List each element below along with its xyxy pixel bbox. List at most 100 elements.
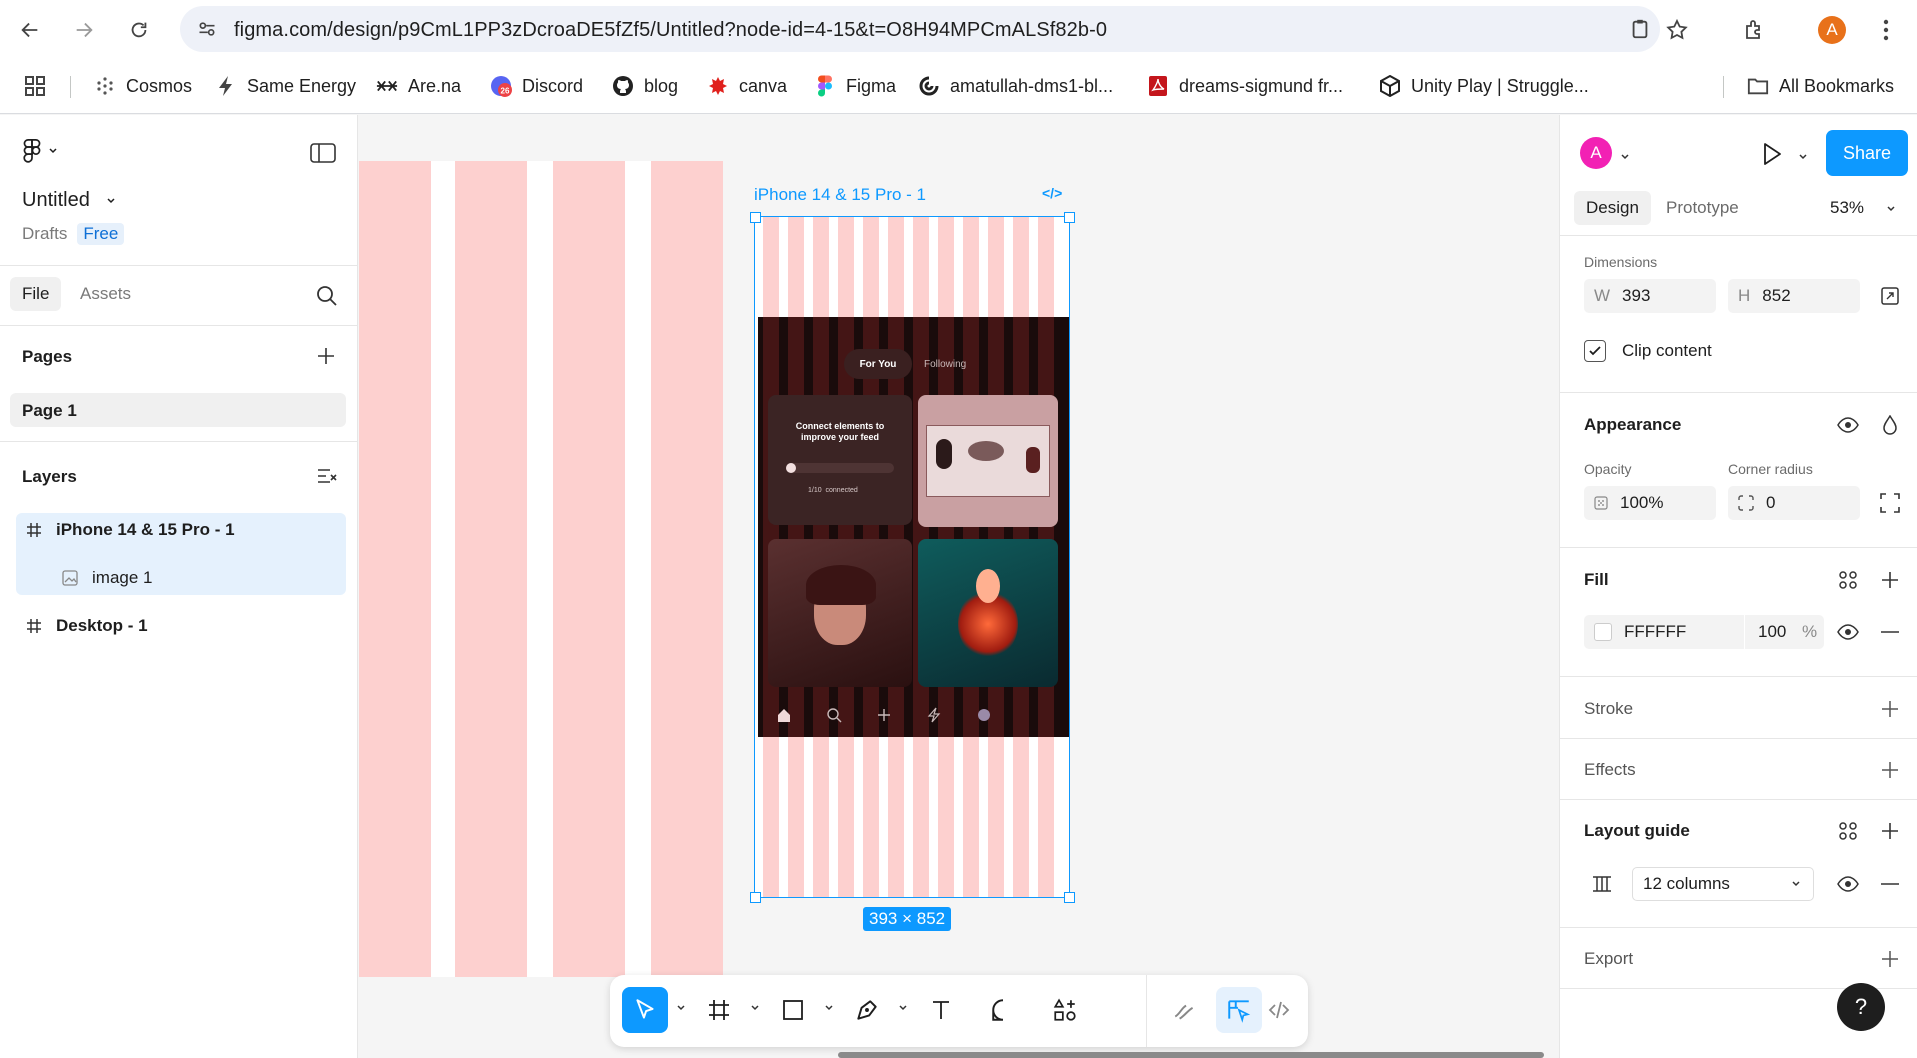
remove-fill-icon[interactable] (1878, 620, 1902, 644)
profile-avatar[interactable]: A (1814, 12, 1850, 48)
help-button[interactable]: ? (1837, 983, 1885, 1031)
add-export-icon[interactable] (1878, 947, 1902, 971)
guide-styles-icon[interactable] (1836, 819, 1860, 843)
blend-mode-drop-icon[interactable] (1878, 413, 1902, 437)
chevron-down-icon[interactable] (822, 1001, 836, 1015)
tab-prototype[interactable]: Prototype (1666, 198, 1739, 218)
desktop-frame[interactable] (359, 161, 723, 977)
layer-image[interactable]: image 1 (62, 561, 152, 595)
frame-tool-button[interactable] (696, 987, 742, 1033)
bookmark-star-icon[interactable] (1659, 12, 1695, 48)
rectangle-tool-button[interactable] (770, 987, 816, 1033)
file-location[interactable]: Drafts (22, 224, 67, 244)
resize-handle[interactable] (750, 212, 761, 223)
bookmark-cosmos[interactable]: Cosmos (94, 72, 192, 100)
bookmark-amatullah[interactable]: amatullah-dms1-bl... (918, 72, 1113, 100)
chevron-down-icon[interactable] (674, 1001, 688, 1015)
forward-icon[interactable] (66, 12, 102, 48)
toggle-sidebar-icon[interactable] (310, 143, 336, 168)
iphone-frame[interactable]: For You Following Connect elements to im… (754, 216, 1070, 898)
apps-grid-icon[interactable] (24, 72, 46, 100)
tab-design[interactable]: Design (1574, 191, 1651, 225)
url-text[interactable]: figma.com/design/p9CmL1PP3zDcroaDE5fZf5/… (234, 19, 1107, 42)
tab-assets[interactable]: Assets (80, 284, 131, 304)
plan-badge[interactable]: Free (77, 223, 125, 245)
horizontal-scrollbar[interactable] (838, 1052, 1544, 1058)
add-stroke-icon[interactable] (1878, 697, 1902, 721)
dev-code-icon[interactable]: </> (1042, 185, 1062, 201)
site-info-icon[interactable] (194, 16, 220, 42)
all-bookmarks[interactable]: All Bookmarks (1747, 72, 1894, 100)
independent-corners-icon[interactable] (1878, 491, 1902, 515)
actions-tool-button[interactable] (1042, 987, 1088, 1033)
dev-mode-button[interactable] (1256, 987, 1302, 1033)
comment-tool-button[interactable] (980, 987, 1026, 1033)
chevron-down-icon[interactable] (1620, 149, 1630, 167)
main-menu-button[interactable] (22, 139, 58, 163)
check-icon (1589, 346, 1601, 356)
draw-mode-button[interactable] (1162, 987, 1208, 1033)
text-tool-button[interactable] (918, 987, 964, 1033)
chevron-down-icon[interactable] (1886, 201, 1896, 219)
styles-grid-icon[interactable] (1836, 568, 1860, 592)
bookmark-same-energy[interactable]: Same Energy (215, 72, 356, 100)
bookmark-blog[interactable]: blog (612, 72, 678, 100)
height-field[interactable]: H 852 (1728, 279, 1860, 313)
fill-visibility-eye-icon[interactable] (1836, 620, 1860, 644)
extensions-icon[interactable] (1736, 12, 1772, 48)
resize-handle[interactable] (750, 892, 761, 903)
address-bar[interactable]: figma.com/design/p9CmL1PP3zDcroaDE5fZf5/… (180, 6, 1660, 52)
search-icon[interactable] (316, 285, 338, 312)
layer-iphone-frame[interactable]: iPhone 14 & 15 Pro - 1 (26, 513, 235, 547)
share-button[interactable]: Share (1826, 130, 1908, 176)
reload-icon[interactable] (121, 12, 157, 48)
fill-field[interactable]: FFFFFF 100 % (1584, 615, 1824, 649)
opacity-field[interactable]: 100% (1584, 486, 1716, 520)
chevron-down-icon[interactable] (896, 1001, 910, 1015)
color-swatch[interactable] (1594, 623, 1612, 641)
bookmark-dreams[interactable]: dreams-sigmund fr... (1147, 72, 1343, 100)
app-screenshot-image[interactable]: For You Following Connect elements to im… (758, 317, 1069, 737)
code-icon (1268, 1001, 1290, 1019)
add-page-icon[interactable] (316, 346, 336, 371)
resize-handle[interactable] (1064, 212, 1075, 223)
back-icon[interactable] (12, 12, 48, 48)
chevron-down-icon (49, 148, 57, 154)
resize-handle[interactable] (1064, 892, 1075, 903)
columns-icon[interactable] (1590, 872, 1614, 896)
avatar[interactable]: A (1580, 137, 1612, 169)
visibility-eye-icon[interactable] (1836, 413, 1860, 437)
move-tool-button[interactable] (622, 987, 668, 1033)
bookmark-arena[interactable]: Are.na (376, 72, 461, 100)
zoom-level[interactable]: 53% (1830, 198, 1864, 218)
clip-content-checkbox[interactable] (1584, 340, 1606, 362)
guide-visibility-eye-icon[interactable] (1836, 872, 1860, 896)
layout-guide-select[interactable]: 12 columns (1632, 867, 1814, 901)
bookmark-discord[interactable]: 26 Discord (490, 72, 583, 100)
bookmark-canva[interactable]: canva (707, 72, 787, 100)
width-field[interactable]: W 393 (1584, 279, 1716, 313)
canvas[interactable]: iPhone 14 & 15 Pro - 1 </> For You Follo… (359, 115, 1558, 1058)
layer-desktop-frame[interactable]: Desktop - 1 (26, 609, 148, 643)
left-panel: Untitled Drafts Free File Assets Pages P… (0, 115, 358, 1058)
tab-file[interactable]: File (10, 277, 62, 311)
bookmark-figma[interactable]: Figma (814, 72, 896, 100)
chevron-down-icon[interactable] (748, 1001, 762, 1015)
resize-to-fit-icon[interactable] (1878, 284, 1902, 308)
layers-filter-icon[interactable] (316, 467, 338, 490)
frame-label[interactable]: iPhone 14 & 15 Pro - 1 (754, 185, 926, 205)
cursor-icon (636, 999, 654, 1019)
browser-menu-icon[interactable] (1868, 12, 1904, 48)
add-effect-icon[interactable] (1878, 758, 1902, 782)
pen-tool-button[interactable] (844, 987, 890, 1033)
chevron-down-icon[interactable] (1798, 149, 1808, 167)
clipboard-icon[interactable] (1628, 17, 1652, 41)
bookmark-unity[interactable]: Unity Play | Struggle... (1379, 72, 1589, 100)
add-layout-guide-icon[interactable] (1878, 819, 1902, 843)
page-item[interactable]: Page 1 (10, 393, 346, 427)
corner-radius-field[interactable]: 0 (1728, 486, 1860, 520)
present-play-icon[interactable] (1760, 141, 1784, 172)
remove-guide-icon[interactable] (1878, 872, 1902, 896)
file-title[interactable]: Untitled (22, 189, 116, 212)
add-fill-icon[interactable] (1878, 568, 1902, 592)
